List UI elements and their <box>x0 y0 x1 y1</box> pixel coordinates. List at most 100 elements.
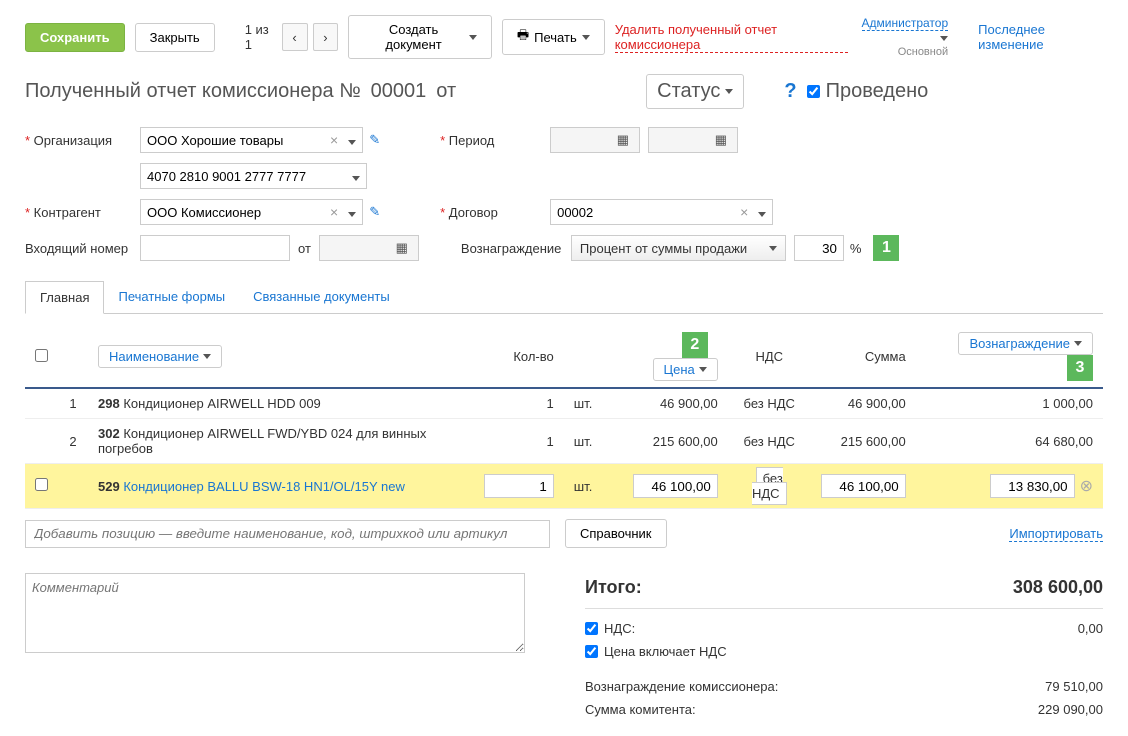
clear-icon[interactable]: × <box>736 204 752 220</box>
pct-sign: % <box>844 241 868 256</box>
clear-icon[interactable]: × <box>326 132 342 148</box>
admin-link[interactable]: Администратор <box>862 16 949 31</box>
contract-input[interactable]: × <box>550 199 773 225</box>
price-incl-vat-checkbox[interactable] <box>585 645 598 658</box>
status-select[interactable]: Статус <box>646 74 744 109</box>
posted-checkbox[interactable] <box>807 85 820 98</box>
qty-input[interactable] <box>484 474 554 498</box>
table-row[interactable]: 529 Кондиционер BALLU BSW-18 HN1/OL/15Y … <box>25 464 1103 509</box>
col-reward[interactable]: Вознаграждение <box>958 332 1093 355</box>
dropdown-icon[interactable] <box>342 133 362 148</box>
row-num: 1 <box>58 388 88 419</box>
price-input[interactable] <box>633 474 718 498</box>
vat-checkbox[interactable] <box>585 622 598 635</box>
comment-textarea[interactable] <box>25 573 525 653</box>
edit-icon[interactable]: ✎ <box>369 204 380 220</box>
commission-label: Вознаграждение комиссионера: <box>585 679 778 694</box>
reward: 1 000,00 <box>916 388 1103 419</box>
period-label: Период <box>440 133 550 148</box>
doc-title-text: Полученный отчет комиссионера № <box>25 80 361 103</box>
unit: шт. <box>564 388 603 419</box>
comitent-value: 229 090,00 <box>1038 702 1103 717</box>
unit: шт. <box>564 419 603 464</box>
org-account-input[interactable] <box>140 163 367 189</box>
table-row[interactable]: 2 302 Кондиционер AIRWELL FWD/YBD 024 дл… <box>25 419 1103 464</box>
org-account-field[interactable] <box>141 164 346 188</box>
dropdown-icon[interactable] <box>752 205 772 220</box>
col-price[interactable]: Цена <box>653 358 718 381</box>
add-item-input[interactable] <box>25 520 550 548</box>
row-num: 2 <box>58 419 88 464</box>
tab-print-forms[interactable]: Печатные формы <box>104 281 239 313</box>
print-button[interactable]: 🖶Печать <box>502 19 605 55</box>
edit-icon[interactable]: ✎ <box>369 132 380 148</box>
pager-prev[interactable]: ‹ <box>282 23 308 51</box>
ot-label: от <box>290 241 319 256</box>
caret-icon <box>582 35 590 40</box>
contr-input[interactable]: × <box>140 199 363 225</box>
delete-link[interactable]: Удалить полученный отчет комиссионера <box>615 22 848 53</box>
sum: 46 900,00 <box>811 388 916 419</box>
calendar-icon: ▦ <box>613 132 633 148</box>
item-name: Кондиционер AIRWELL FWD/YBD 024 для винн… <box>98 426 426 456</box>
item-code: 529 <box>98 479 120 494</box>
clear-icon[interactable]: × <box>326 204 342 220</box>
item-code: 298 <box>98 396 120 411</box>
caret-icon <box>725 89 733 94</box>
incoming-num-field[interactable] <box>140 235 290 261</box>
save-button[interactable]: Сохранить <box>25 23 125 52</box>
reward: 64 680,00 <box>916 419 1103 464</box>
period-from[interactable]: ▦ <box>550 127 640 153</box>
reward-pct-input[interactable] <box>794 235 844 261</box>
printer-icon: 🖶 <box>517 26 529 48</box>
item-name[interactable]: Кондиционер BALLU BSW-18 HN1/OL/15Y new <box>123 479 405 494</box>
close-button[interactable]: Закрыть <box>135 23 215 52</box>
incoming-date[interactable]: ▦ <box>319 235 419 261</box>
caret-icon <box>940 36 948 41</box>
help-icon[interactable]: ? <box>784 80 796 103</box>
org-input[interactable]: × <box>140 127 363 153</box>
reward-type-select[interactable]: Процент от суммы продажи <box>571 235 786 261</box>
calendar-icon: ▦ <box>392 240 412 256</box>
items-table: Наименование Кол-во 2Цена НДС Сумма Возн… <box>25 326 1103 509</box>
col-vat: НДС <box>728 326 811 388</box>
contract-field[interactable] <box>551 200 736 224</box>
delete-row-icon[interactable]: ⊗ <box>1075 478 1093 495</box>
reward-label: Вознаграждение <box>461 241 571 256</box>
dropdown-icon[interactable] <box>346 169 366 184</box>
contr-field[interactable] <box>141 200 326 224</box>
caret-icon <box>469 35 477 40</box>
doc-number: 00001 <box>371 80 427 103</box>
price-incl-vat-label[interactable]: Цена включает НДС <box>585 644 727 659</box>
badge-2: 2 <box>682 332 708 358</box>
vat-checkbox-label[interactable]: НДС: <box>585 621 635 636</box>
col-sum: Сумма <box>811 326 916 388</box>
vat-cell[interactable]: без НДС <box>752 467 787 505</box>
check-all[interactable] <box>35 349 48 362</box>
col-name[interactable]: Наименование <box>98 345 222 368</box>
org-label: Организация <box>25 133 140 148</box>
comitent-label: Сумма комитента: <box>585 702 696 717</box>
create-doc-button[interactable]: Создать документ <box>348 15 492 59</box>
import-link[interactable]: Импортировать <box>1009 526 1103 542</box>
posted-checkbox-label[interactable]: Проведено <box>807 80 929 103</box>
pager-text: 1 из 1 <box>245 22 277 52</box>
dropdown-icon[interactable] <box>342 205 362 220</box>
pager-next[interactable]: › <box>313 23 339 51</box>
tab-linked-docs[interactable]: Связанные документы <box>239 281 404 313</box>
qty: 1 <box>474 419 564 464</box>
org-field[interactable] <box>141 128 326 152</box>
reference-button[interactable]: Справочник <box>565 519 667 548</box>
reward-input[interactable] <box>990 474 1075 498</box>
row-checkbox[interactable] <box>35 478 48 491</box>
price: 46 900,00 <box>602 388 727 419</box>
item-code: 302 <box>98 426 120 441</box>
period-to[interactable]: ▦ <box>648 127 738 153</box>
table-row[interactable]: 1 298 Кондиционер AIRWELL HDD 009 1 шт. … <box>25 388 1103 419</box>
tab-main[interactable]: Главная <box>25 281 104 314</box>
sum-input[interactable] <box>821 474 906 498</box>
vat: без НДС <box>728 388 811 419</box>
contr-label: Контрагент <box>25 205 140 220</box>
price: 215 600,00 <box>602 419 727 464</box>
last-change-link[interactable]: Последнее изменение <box>978 22 1103 52</box>
